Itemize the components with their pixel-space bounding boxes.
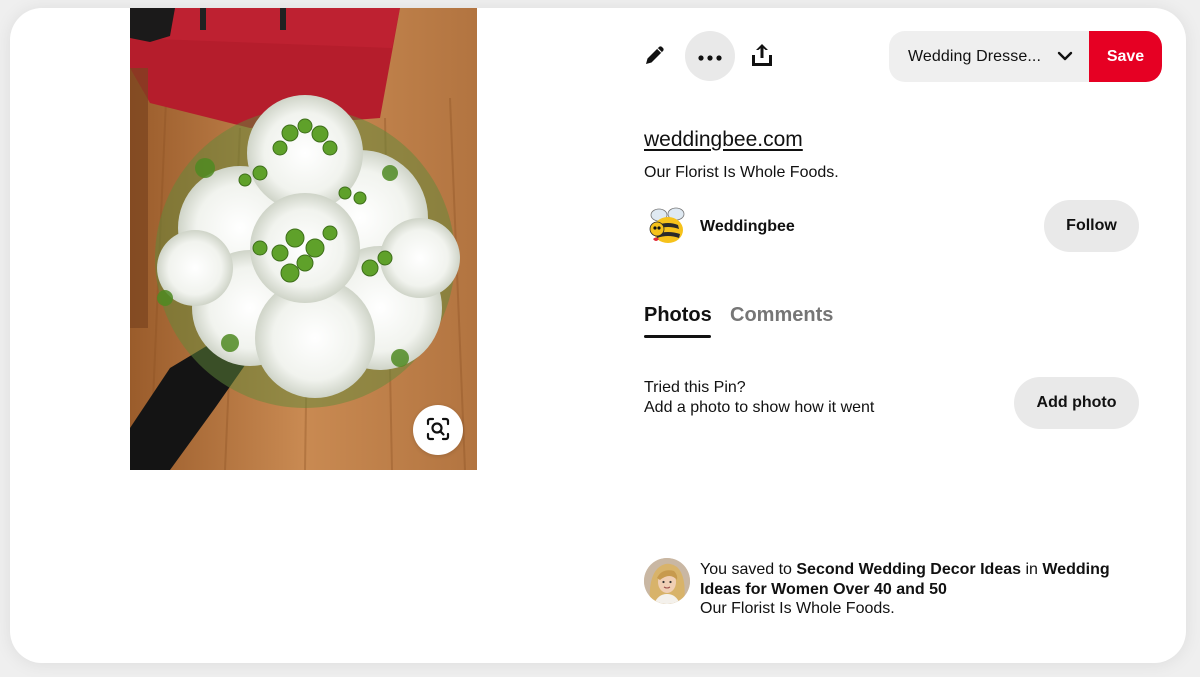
board-select-dropdown[interactable]: Wedding Dresse... (889, 31, 1089, 82)
tab-photos[interactable]: Photos (644, 304, 712, 327)
bouquet-photo (130, 8, 477, 470)
saved-description: Our Florist Is Whole Foods. (700, 600, 895, 617)
tried-pin-title: Tried this Pin? (644, 379, 746, 396)
active-tab-indicator (644, 335, 711, 338)
tried-pin-subtitle: Add a photo to show how it went (644, 399, 875, 416)
share-upload-icon (750, 43, 774, 70)
share-button[interactable] (737, 31, 787, 81)
saved-middle: in (1021, 561, 1043, 578)
board-select-label: Wedding Dresse... (908, 47, 1042, 65)
chevron-down-icon (1057, 49, 1073, 67)
pin-image[interactable] (130, 8, 477, 470)
save-button[interactable]: Save (1089, 31, 1162, 82)
user-photo (644, 558, 690, 604)
visual-search-button[interactable] (413, 405, 463, 455)
user-avatar[interactable] (644, 558, 690, 604)
pin-closeup-card: Wedding Dresse... Save weddingbee.com Ou… (10, 8, 1186, 663)
ellipsis-icon (698, 49, 722, 64)
saved-prefix: You saved to (700, 561, 797, 578)
follow-button[interactable]: Follow (1044, 200, 1139, 252)
creator-avatar[interactable] (644, 203, 690, 249)
saved-to-note: You saved to Second Wedding Decor Ideas … (700, 560, 1120, 600)
tab-comments[interactable]: Comments (730, 304, 833, 327)
creator-name[interactable]: Weddingbee (700, 218, 795, 236)
pin-title: Our Florist Is Whole Foods. (644, 164, 839, 181)
add-photo-button[interactable]: Add photo (1014, 377, 1139, 429)
pencil-icon (644, 44, 666, 69)
edit-pin-button[interactable] (630, 31, 680, 81)
source-link[interactable]: weddingbee.com (644, 128, 803, 152)
more-options-button[interactable] (685, 31, 735, 81)
bee-icon (649, 207, 685, 243)
visual-search-icon (425, 416, 451, 445)
saved-board-link[interactable]: Second Wedding Decor Ideas (796, 561, 1021, 578)
